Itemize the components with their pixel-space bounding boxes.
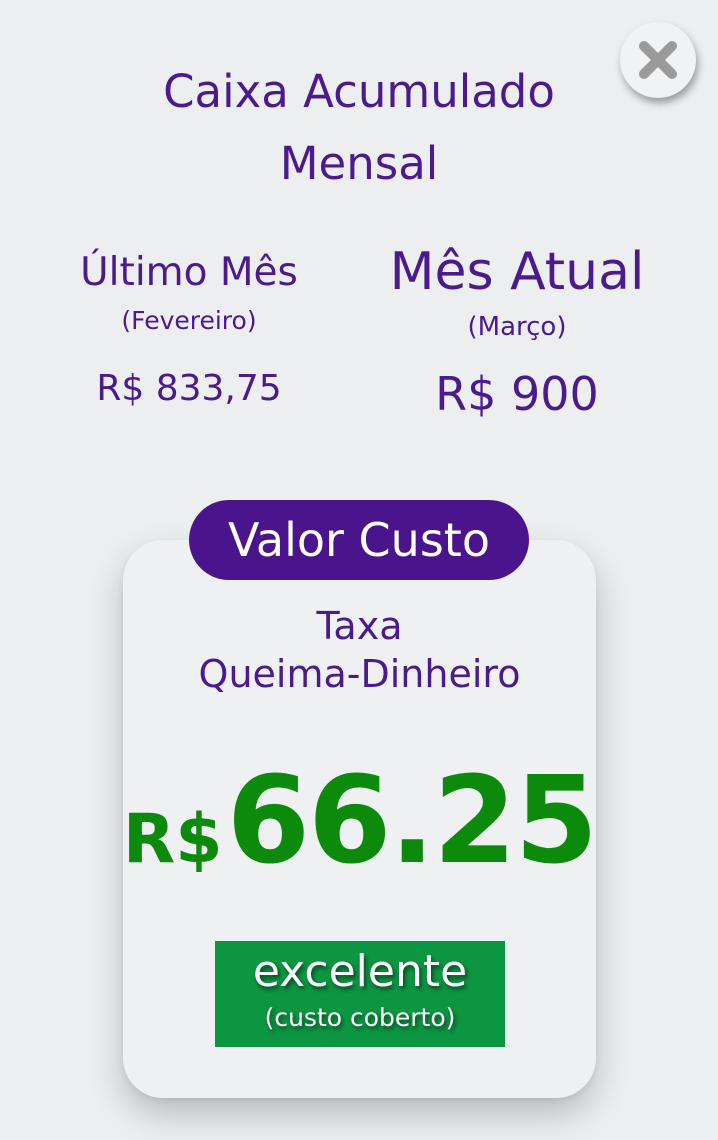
title-line-2: Mensal [279, 137, 439, 190]
status-badge: excelente (custo coberto) [215, 941, 505, 1047]
amount-value: 66.25 [226, 752, 599, 891]
currency-symbol: R$ [122, 800, 223, 879]
page-title: Caixa Acumulado Mensal [0, 56, 718, 200]
last-month-section: Último Mês (Fevereiro) R$ 833,75 [40, 246, 338, 414]
last-month-heading: Último Mês [80, 250, 298, 295]
last-month-name: (Fevereiro) [121, 306, 257, 335]
cost-card-badge: Valor Custo [189, 500, 529, 580]
burn-rate-amount: R$ 66.25 [122, 752, 599, 892]
last-month-value: R$ 833,75 [96, 368, 282, 409]
title-line-1: Caixa Acumulado [163, 65, 555, 118]
current-month-value: R$ 900 [435, 367, 599, 421]
status-note: (custo coberto) [264, 1003, 456, 1032]
burn-rate-label-line-2: Queima-Dinheiro [198, 652, 521, 696]
status-label: excelente [252, 946, 468, 997]
current-month-section: Mês Atual (Março) R$ 900 [364, 240, 670, 424]
current-month-heading: Mês Atual [389, 242, 645, 302]
current-month-name: (Março) [467, 312, 567, 342]
burn-rate-label-line-1: Taxa [316, 604, 403, 648]
burn-rate-label: Taxa Queima-Dinheiro [123, 602, 596, 698]
